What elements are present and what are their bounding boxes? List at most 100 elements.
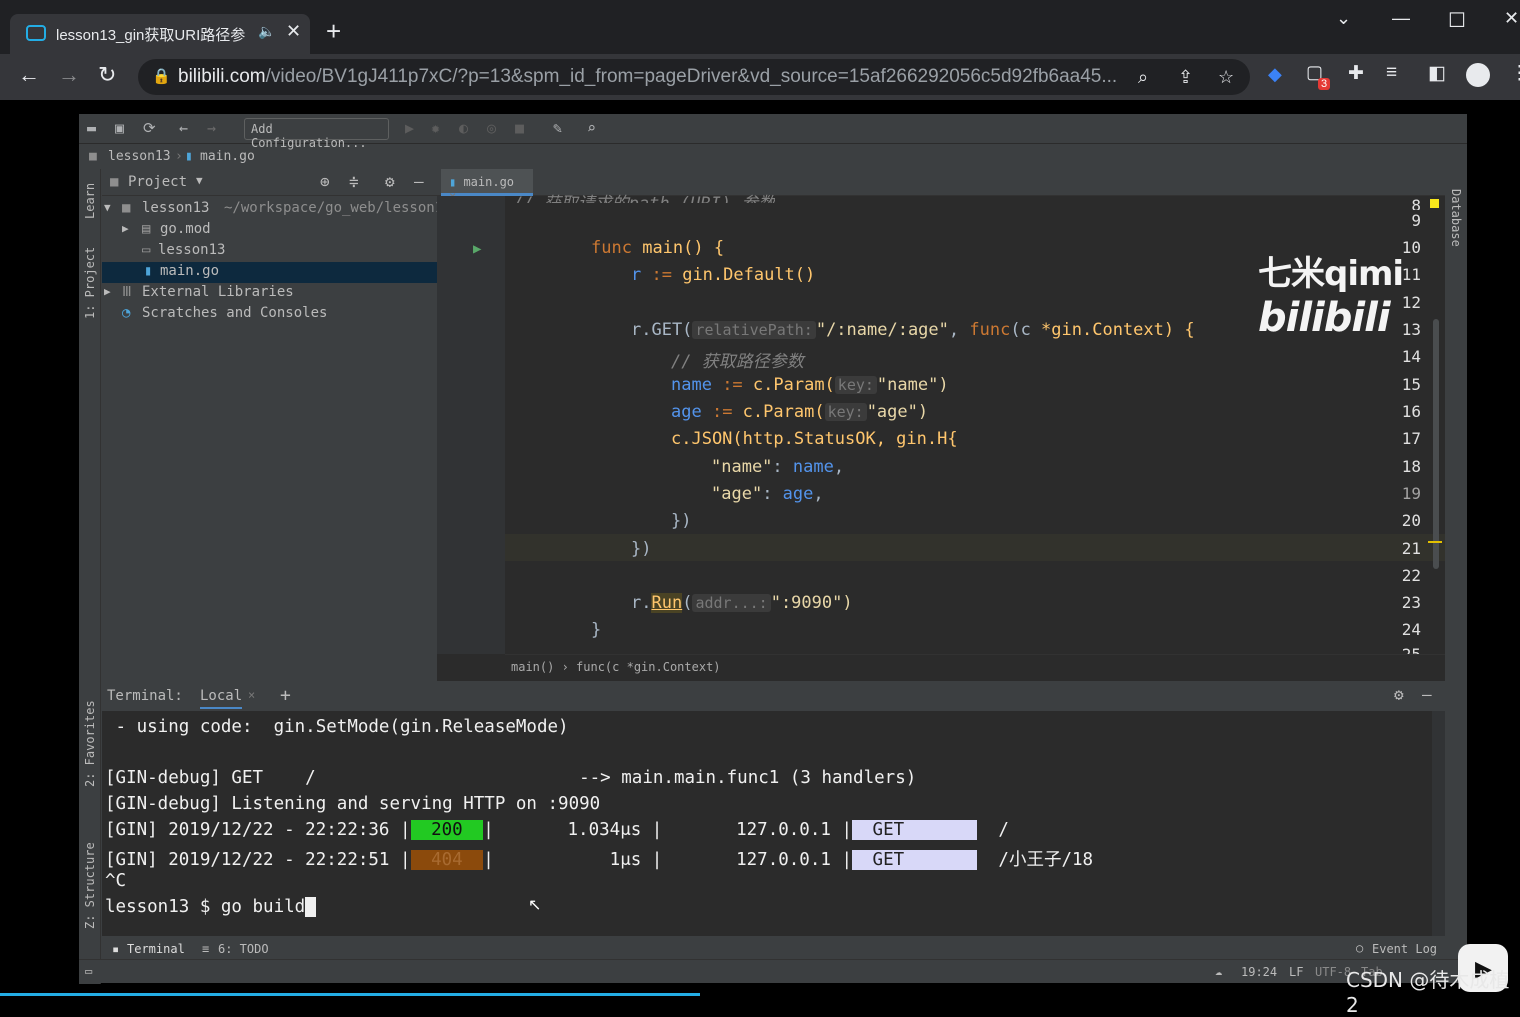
code-line-10: func main() { — [591, 238, 725, 258]
chevron-down-icon: ▼ — [196, 174, 203, 187]
go-file-icon: ▮ — [449, 175, 464, 189]
tree-item-main-go: ▮ main.go — [102, 262, 437, 283]
code-line-18: "name": name, — [711, 457, 845, 477]
profile-avatar[interactable] — [1466, 63, 1490, 87]
terminal-line: [GIN] 2019/12/22 - 22:22:36 | 200 | 1.03… — [105, 820, 1009, 840]
scratches-icon: ◔ — [122, 305, 131, 321]
breadcrumb: ■ lesson13 › ▮ main.go — [79, 144, 1467, 169]
lock-icon[interactable]: 🔒 — [152, 67, 171, 85]
close-window-icon[interactable]: ✕ — [1504, 8, 1519, 29]
tree-item-project-root: ▼ ■ lesson13 ~/workspace/go_web/lesson1 — [102, 199, 437, 220]
expand-arrow-icon: ▶ — [122, 222, 129, 235]
tree-item-binary: ▭ lesson13 — [102, 241, 437, 262]
scroll-marker — [1428, 541, 1442, 543]
tree-item-label: go.mod — [160, 221, 211, 237]
folder-icon: ■ — [89, 149, 97, 164]
method-get-badge: GET — [852, 820, 978, 840]
line-number-gutter — [437, 196, 505, 654]
chevron-down-icon[interactable]: ⌄ — [1336, 8, 1351, 29]
forward-icon[interactable]: → — [58, 62, 80, 88]
favorites-tool-tab: 2: Favorites — [83, 700, 97, 787]
status-200-badge: 200 — [410, 820, 484, 840]
tree-item-label: lesson13 — [142, 200, 210, 216]
search-icon: ⌕ — [587, 119, 597, 137]
go-file-icon: ▮ — [185, 149, 193, 164]
file-icon: ▤ — [142, 221, 151, 237]
tree-item-label: lesson13 — [158, 242, 226, 258]
editor-scrollbar — [1433, 319, 1439, 569]
line-number: 19 — [1401, 484, 1421, 503]
locate-target-icon: ⊕ — [320, 172, 330, 191]
share-icon[interactable]: ⇪ — [1178, 67, 1193, 88]
tab-title: lesson13_gin获取URI路径参 — [56, 27, 246, 44]
code-line-14: // 获取路径参数 — [671, 352, 804, 372]
line-number: 15 — [1401, 375, 1421, 394]
event-log-icon: ○ — [1356, 941, 1364, 955]
forward-arrow-icon: → — [207, 119, 217, 137]
terminal-line: - using code: gin.SetMode(gin.ReleaseMod… — [105, 717, 569, 737]
ide-status-bar: ▭ ☁ 19:24 LF UTF-8 Tab — [79, 959, 1467, 983]
structure-tool-tab: Z: Structure — [83, 842, 97, 929]
cloud-icon: ☁ — [1215, 964, 1223, 978]
minimize-icon[interactable]: — — [1392, 8, 1410, 29]
media-control-icon[interactable]: ≡ — [1386, 62, 1397, 84]
editor-breadcrumb: main() › func(c *gin.Context) — [505, 654, 1445, 681]
new-tab-button[interactable]: + — [326, 16, 341, 46]
tree-item-label: Scratches and Consoles — [142, 305, 328, 321]
project-panel-title: Project — [128, 174, 188, 190]
settings-gear-icon: ⚙ — [385, 172, 395, 191]
tool-tab-terminal: Terminal — [127, 942, 185, 956]
browser-tab[interactable]: lesson13_gin获取URI路径参 🔈 ✕ — [10, 14, 310, 54]
terminal-header: Terminal: Local × + ⚙ — — [102, 681, 1445, 711]
url-text[interactable]: bilibili.com/video/BV1gJ411p7xC/?p=13&sp… — [178, 66, 1123, 88]
menu-kebab-icon[interactable]: ⋮ — [1510, 62, 1520, 85]
line-number: 23 — [1401, 593, 1421, 612]
side-panel-icon[interactable]: ◧ — [1428, 62, 1446, 85]
project-view-icon: ■ — [110, 174, 119, 190]
hide-panel-icon: — — [1422, 685, 1432, 704]
tree-item-external-libraries: ▶ Ⅲ External Libraries — [102, 283, 437, 304]
folder-icon: ■ — [122, 200, 131, 216]
text-cursor — [305, 897, 316, 917]
code-line-15: name := c.Param(key: "name") — [671, 375, 949, 395]
reload-icon[interactable]: ↻ — [98, 62, 116, 88]
coverage-icon: ◐ — [459, 119, 469, 137]
tab-close-icon[interactable]: ✕ — [286, 21, 301, 42]
terminal-line: [GIN-debug] Listening and serving HTTP o… — [105, 794, 601, 814]
sync-icon: ⟳ — [143, 119, 156, 137]
extension-gem-icon[interactable]: ◆ — [1268, 64, 1282, 85]
terminal-label: Terminal: — [107, 688, 183, 704]
extensions-puzzle-icon[interactable]: ✚ — [1348, 62, 1364, 85]
back-icon[interactable]: ← — [18, 62, 40, 88]
address-bar[interactable]: 🔒 bilibili.com/video/BV1gJ411p7xC/?p=13&… — [138, 59, 1250, 95]
line-number: 21 — [1401, 539, 1421, 558]
terminal-icon: ▪ — [112, 942, 120, 956]
line-number: 24 — [1401, 620, 1421, 639]
maximize-icon[interactable]: ☐ — [1448, 8, 1466, 33]
csdn-watermark: CSDN @待木成植2 — [1346, 968, 1510, 1017]
ide-toolbar: ▬ ▣ ⟳ ← → Add Configuration... ▶ ✹ ◐ ◎ ■… — [79, 114, 1467, 150]
terminal-line: [GIN-debug] GET / --> main.main.func1 (3… — [105, 768, 917, 788]
bookmark-star-icon[interactable]: ☆ — [1218, 67, 1234, 88]
tool-tab-event-log: Event Log — [1372, 942, 1438, 956]
terminal-line: [GIN] 2019/12/22 - 22:22:51 | 404 | 1μs … — [105, 850, 1094, 870]
new-terminal-icon: + — [280, 685, 291, 706]
terminal-line: ^C — [105, 871, 127, 891]
bilibili-tv-icon — [26, 25, 46, 41]
zoom-icon[interactable]: ⌕ — [1138, 67, 1148, 88]
code-line-19: "age": age, — [711, 484, 824, 504]
stop-icon: ■ — [515, 119, 525, 137]
method-get-badge: GET — [852, 850, 978, 870]
code-line-11: r := gin.Default() — [631, 265, 816, 285]
code-line-17: c.JSON(http.StatusOK, gin.H{ — [671, 429, 958, 449]
add-configuration-button: Add Configuration... — [244, 118, 389, 150]
tree-item-scratches: ◔ Scratches and Consoles — [102, 304, 437, 325]
line-number: 17 — [1401, 429, 1421, 448]
save-icon: ▣ — [115, 119, 125, 137]
tree-item-go-mod: ▶ ▤ go.mod — [102, 220, 437, 241]
code-line-20: }) — [671, 511, 692, 531]
project-tool-tab: 1: Project — [83, 246, 97, 319]
speaker-icon[interactable]: 🔈 — [258, 23, 275, 40]
video-player[interactable]: ▬ ▣ ⟳ ← → Add Configuration... ▶ ✹ ◐ ◎ ■… — [0, 100, 1520, 996]
hide-panel-icon: — — [414, 172, 424, 191]
